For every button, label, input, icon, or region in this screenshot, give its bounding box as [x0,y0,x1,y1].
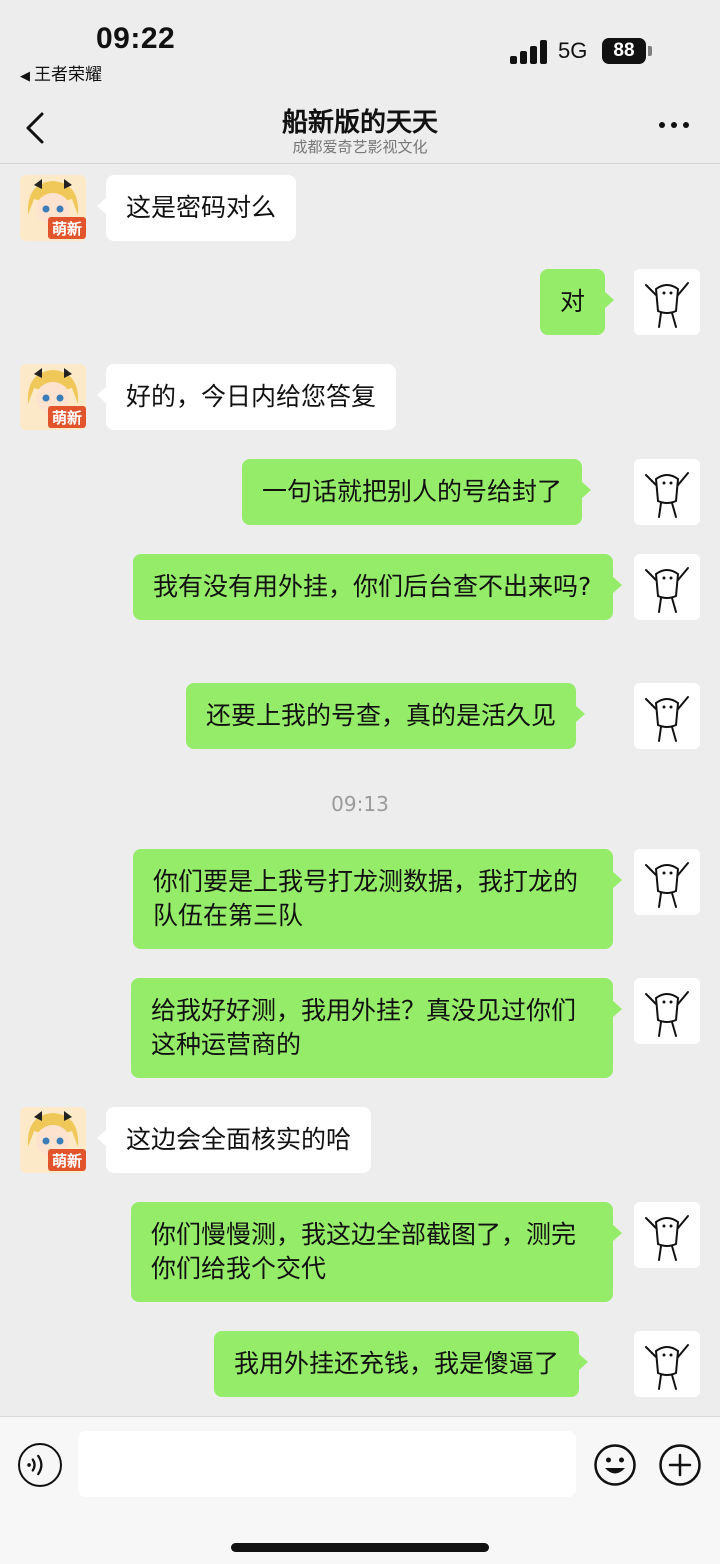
message-bubble-incoming[interactable]: 这边会全面核实的哈 [96,1107,372,1173]
battery-tip [648,46,652,56]
stick-figure-avatar-icon [634,269,700,335]
back-to-app-link[interactable]: ◀ 王者荣耀 [20,60,102,85]
stick-figure-avatar-icon [634,849,700,915]
message-bubble-incoming[interactable]: 这是密码对么 [96,175,297,241]
back-app-label: 王者荣耀 [34,65,102,85]
avatar-badge: 萌新 [52,1152,82,1170]
message-bubble-outgoing[interactable]: 还要上我的号查，真的是活久见 [186,683,586,749]
stick-figure-avatar-icon [634,978,700,1044]
message-bubble-outgoing[interactable]: 对 [540,269,615,335]
message-bubble-outgoing[interactable]: 你们要是上我号打龙测数据，我打龙的队伍在第三队 [133,849,622,949]
chat-title: 船新版的天天 [281,108,438,138]
chat-subtitle: 成都爱奇艺影视文化 [292,138,428,156]
stick-figure-avatar-icon [634,554,700,620]
plus-icon[interactable] [658,1443,702,1487]
self-avatar[interactable] [634,554,700,620]
stick-figure-avatar-icon [634,1202,700,1268]
emoji-icon[interactable] [593,1443,637,1487]
clock: 09:22 [96,22,176,55]
self-avatar[interactable] [634,683,700,749]
network-type: 5G [558,38,588,63]
message-bubble-incoming[interactable]: 好的，今日内给您答复 [96,364,397,430]
stick-figure-avatar-icon [634,683,700,749]
message-list[interactable]: 萌新 这是密码对么 对 萌新 好的，今日内给您答复 一句话就把别人的号给封了 我… [0,165,720,1415]
contact-avatar[interactable]: 萌新 [20,364,86,430]
message-bubble-outgoing[interactable]: 我用外挂还充钱，我是傻逼了 [214,1331,589,1397]
voice-input-icon[interactable] [18,1443,62,1487]
input-bar [0,1416,720,1564]
time-separator: 09:13 [331,792,389,816]
signal-icon [510,40,550,64]
stick-figure-avatar-icon [634,1331,700,1397]
self-avatar[interactable] [634,978,700,1044]
avatar-badge: 萌新 [52,220,82,238]
avatar-badge: 萌新 [52,409,82,427]
contact-avatar[interactable]: 萌新 [20,175,86,241]
message-bubble-outgoing[interactable]: 我有没有用外挂，你们后台查不出来吗? [133,554,622,620]
avatar-image: 萌新 [20,175,86,241]
message-bubble-outgoing[interactable]: 你们慢慢测，我这边全部截图了，测完你们给我个交代 [131,1202,622,1302]
status-bar: 09:22 ◀ 王者荣耀 5G 88 [0,0,720,92]
self-avatar[interactable] [634,269,700,335]
self-avatar[interactable] [634,1331,700,1397]
back-triangle-icon: ◀ [20,69,30,84]
contact-avatar[interactable]: 萌新 [20,1107,86,1173]
self-avatar[interactable] [634,849,700,915]
chat-header: 船新版的天天 成都爱奇艺影视文化 [0,92,720,164]
stick-figure-avatar-icon [634,459,700,525]
message-bubble-outgoing[interactable]: 一句话就把别人的号给封了 [242,459,592,525]
message-input[interactable] [78,1431,576,1497]
message-bubble-outgoing[interactable]: 给我好好测，我用外挂？真没见过你们这种运营商的 [131,978,622,1078]
more-dots-icon[interactable] [656,110,692,140]
avatar-image: 萌新 [20,1107,86,1173]
self-avatar[interactable] [634,1202,700,1268]
avatar-image: 萌新 [20,364,86,430]
chevron-left-icon[interactable] [22,110,52,146]
battery-icon: 88 [602,38,646,64]
home-indicator[interactable] [231,1543,489,1552]
self-avatar[interactable] [634,459,700,525]
